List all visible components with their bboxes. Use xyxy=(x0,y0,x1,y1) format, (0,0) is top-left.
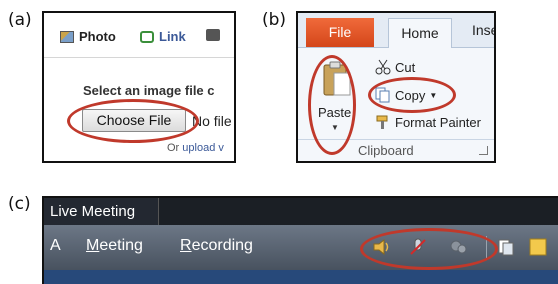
panel-label-a: (a) xyxy=(8,10,32,30)
paste-dropdown-arrow[interactable]: ▼ xyxy=(331,123,339,132)
speaker-icon[interactable] xyxy=(372,237,392,257)
tab-file[interactable]: File xyxy=(306,18,374,47)
copy-label: Copy xyxy=(395,87,426,103)
content-strip xyxy=(44,270,558,284)
no-file-text: No file xyxy=(192,113,232,129)
tab-insert[interactable]: Inse xyxy=(472,22,494,38)
format-painter-button[interactable]: Format Painter xyxy=(375,114,481,130)
dialog-launcher-icon[interactable] xyxy=(479,146,488,155)
window-title: Live Meeting xyxy=(44,198,159,225)
menu-meeting-rest: eeting xyxy=(99,237,143,254)
upload-panel: Photo Link Select an image file c Choose… xyxy=(42,11,236,163)
copy-icon xyxy=(375,87,390,103)
copy-dropdown-arrow[interactable]: ▼ xyxy=(429,91,437,100)
menu-meeting-mnemonic: M xyxy=(86,237,100,254)
paste-icon xyxy=(323,61,351,96)
webcam-icon[interactable] xyxy=(448,237,468,257)
scissors-icon xyxy=(375,59,391,75)
copy-button[interactable]: Copy ▼ xyxy=(375,87,437,103)
tab-link-label: Link xyxy=(159,29,186,44)
paste-button[interactable]: Paste xyxy=(318,105,351,120)
cut-button[interactable]: Cut xyxy=(375,59,415,75)
photo-icon xyxy=(60,30,74,43)
menu-item-partial[interactable]: A xyxy=(50,237,61,255)
panel-label-c: (c) xyxy=(8,194,31,214)
tab-photo-label: Photo xyxy=(79,29,116,44)
video-icon xyxy=(206,29,220,41)
menu-recording-mnemonic: R xyxy=(180,237,192,254)
clipboard-group-label: Clipboard xyxy=(358,143,414,158)
upload-prompt: Select an image file c xyxy=(83,83,215,98)
handout-icon[interactable] xyxy=(496,237,516,257)
link-icon xyxy=(140,30,154,43)
choose-file-button[interactable]: Choose File xyxy=(82,109,186,132)
format-painter-icon xyxy=(376,115,388,129)
tab-home[interactable]: Home xyxy=(388,18,452,48)
tab-photo[interactable]: Photo xyxy=(60,29,116,44)
panel-label-b: (b) xyxy=(262,10,287,30)
group-separator xyxy=(298,139,494,140)
tab-link[interactable]: Link xyxy=(140,29,186,44)
attachment-tabs: Photo Link xyxy=(44,13,234,58)
menu-meeting[interactable]: Meeting xyxy=(86,237,143,255)
menu-recording-rest: ecording xyxy=(191,237,253,254)
or-text: Or xyxy=(167,142,183,154)
mic-muted-icon[interactable] xyxy=(408,237,428,257)
toolbar-separator xyxy=(486,236,487,260)
note-icon[interactable] xyxy=(528,237,548,257)
cut-label: Cut xyxy=(395,59,416,75)
menu-recording[interactable]: Recording xyxy=(180,237,253,255)
ribbon-panel: File Home Inse Paste ▼ Cut Copy ▼ Format… xyxy=(296,11,496,163)
live-meeting-panel: Live Meeting A Meeting Recording xyxy=(42,196,558,284)
format-painter-label: Format Painter xyxy=(395,114,481,130)
upload-alt-text: Or upload v xyxy=(167,142,224,154)
tab-video[interactable] xyxy=(206,29,220,41)
upload-link[interactable]: upload v xyxy=(182,142,224,154)
